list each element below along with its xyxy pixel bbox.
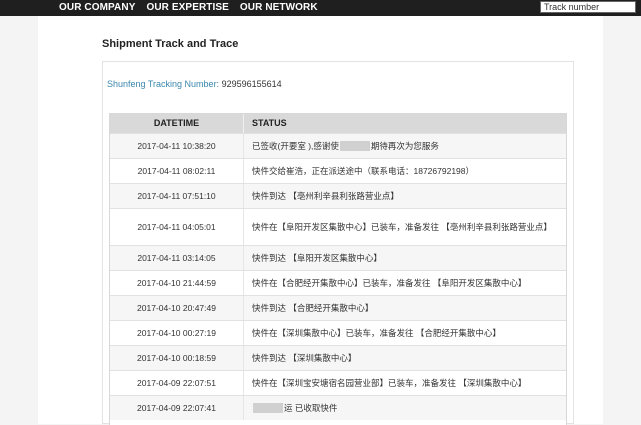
table-row: 2017-04-11 10:38:20 已签收(开要室 ),感谢使 期待再次为您… (110, 133, 566, 158)
status-cell: 快件在【阜阳开发区集散中心】已装车，准备发往 【亳州利辛县利张路营业点】 (243, 209, 566, 245)
table-row: 2017-04-11 08:02:11 快件交给崔浩，正在派送途中（联系电话：1… (110, 158, 566, 183)
datetime-cell: 2017-04-10 00:27:19 (137, 328, 216, 338)
datetime-cell: 2017-04-09 22:07:41 (137, 403, 216, 413)
track-number-input[interactable] (540, 1, 636, 13)
table-header: DATETIME STATUS (110, 114, 566, 133)
status-text: 运 已收取快件 (284, 402, 338, 413)
page-title: Shipment Track and Trace (102, 38, 239, 50)
status-cell: 运 已收取快件 (243, 396, 566, 420)
table-row: 2017-04-10 20:47:49 快件到达 【合肥经开集散中心】 (110, 295, 566, 320)
datetime-cell: 2017-04-11 10:38:20 (137, 141, 216, 151)
nav-our-company[interactable]: OUR COMPANY (59, 1, 135, 14)
content-page: Shipment Track and Trace Shunfeng Tracki… (38, 16, 603, 425)
tracking-number-line: Shunfeng Tracking Number: 929596155614 (107, 79, 282, 89)
nav-our-network[interactable]: OUR NETWORK (240, 1, 318, 14)
nav-our-expertise[interactable]: OUR EXPERTISE (146, 1, 228, 14)
table-row: 2017-04-09 22:07:51 快件在【深圳宝安塘宿名园营业部】已装车，… (110, 370, 566, 395)
datetime-cell: 2017-04-10 20:47:49 (137, 303, 216, 313)
datetime-cell: 2017-04-11 03:14:05 (137, 253, 216, 263)
tracking-card: Shunfeng Tracking Number: 929596155614 D… (102, 61, 574, 425)
table-row: 2017-04-11 07:51:10 快件到达 【亳州利辛县利张路营业点】 (110, 183, 566, 208)
status-cell: 快件在【深圳宝安塘宿名园营业部】已装车，准备发往 【深圳集散中心】 (243, 371, 566, 395)
status-cell: 快件到达 【合肥经开集散中心】 (243, 296, 566, 320)
table-row: 2017-04-11 03:14:05 快件到达 【阜阳开发区集散中心】 (110, 245, 566, 270)
datetime-cell: 2017-04-10 21:44:59 (137, 278, 216, 288)
datetime-cell: 2017-04-11 08:02:11 (137, 166, 216, 176)
status-cell: 快件到达 【亳州利辛县利张路营业点】 (243, 184, 566, 208)
datetime-cell: 2017-04-09 22:07:51 (137, 378, 216, 388)
datetime-cell: 2017-04-11 04:05:01 (137, 222, 216, 232)
status-cell: 快件到达 【阜阳开发区集散中心】 (243, 246, 566, 270)
tracking-number-label: Shunfeng Tracking Number: (107, 79, 220, 89)
table-row: 2017-04-09 22:07:41 运 已收取快件 (110, 395, 566, 420)
status-text: 已签收(开要室 ),感谢使 (252, 140, 339, 151)
status-cell: 已签收(开要室 ),感谢使 期待再次为您服务 (243, 134, 566, 158)
table-row: 2017-04-10 21:44:59 快件在【合肥经开集散中心】已装车，准备发… (110, 270, 566, 295)
top-navigation-bar: OUR COMPANY OUR EXPERTISE OUR NETWORK (0, 0, 641, 16)
datetime-header: DATETIME (153, 118, 200, 128)
redacted-block (253, 403, 283, 413)
main-nav: OUR COMPANY OUR EXPERTISE OUR NETWORK (59, 1, 318, 14)
status-cell: 快件在【深圳集散中心】已装车，准备发往 【合肥经开集散中心】 (243, 321, 566, 345)
datetime-cell: 2017-04-11 07:51:10 (137, 191, 216, 201)
tracking-table: DATETIME STATUS 2017-04-11 10:38:20 已签收(… (109, 113, 567, 425)
status-cell: 快件到达 【深圳集散中心】 (243, 346, 566, 370)
status-header: STATUS (243, 114, 566, 133)
status-text: 期待再次为您服务 (370, 140, 439, 151)
datetime-cell: 2017-04-10 00:18:59 (137, 353, 216, 363)
status-cell: 快件在【合肥经开集散中心】已装车，准备发往 【阜阳开发区集散中心】 (243, 271, 566, 295)
table-body: 2017-04-11 10:38:20 已签收(开要室 ),感谢使 期待再次为您… (110, 133, 566, 420)
status-cell: 快件交给崔浩，正在派送途中（联系电话：18726792198） (243, 159, 566, 183)
table-row: 2017-04-11 04:05:01 快件在【阜阳开发区集散中心】已装车，准备… (110, 208, 566, 245)
table-row: 2017-04-10 00:27:19 快件在【深圳集散中心】已装车，准备发往 … (110, 320, 566, 345)
tracking-number-value: 929596155614 (221, 79, 282, 89)
table-row: 2017-04-10 00:18:59 快件到达 【深圳集散中心】 (110, 345, 566, 370)
redacted-block (339, 141, 370, 151)
